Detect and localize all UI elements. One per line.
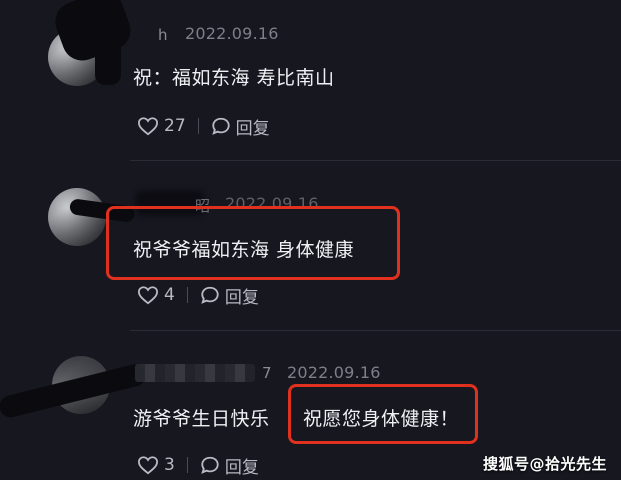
speech-bubble-icon [211, 117, 230, 135]
heart-outline-icon [137, 286, 159, 305]
comment-text-highlight: 祝愿您身体健康！ [303, 408, 460, 430]
comment-date: 2022.09.16 [185, 24, 279, 43]
comment-1: h 2022.09.16 祝：福如东海 寿比南山 27 回复 [0, 0, 621, 160]
like-count: 3 [164, 455, 175, 475]
like-count: 27 [164, 116, 186, 136]
divider [186, 457, 188, 473]
redaction-scribble [95, 30, 121, 85]
heart-outline-icon [137, 117, 159, 136]
comment-actions: 3 回复 [137, 453, 259, 478]
like-button[interactable]: 27 [137, 116, 186, 136]
comment-text-prefix: 游爷爷生日快乐 [133, 408, 270, 430]
comment-divider [130, 330, 621, 331]
username-fragment[interactable]: 7 [262, 364, 272, 382]
comment-divider [130, 160, 621, 161]
comment-text: 祝爷爷福如东海 身体健康 [133, 239, 355, 261]
username-fragment[interactable]: h [158, 26, 168, 44]
reply-button[interactable]: 回复 [211, 114, 270, 139]
username-redaction [135, 364, 255, 382]
comment-text: 祝：福如东海 寿比南山 [133, 67, 335, 89]
like-count: 4 [164, 285, 175, 305]
comment-date: 2022.09.16 [287, 363, 381, 382]
divider [197, 118, 199, 134]
like-button[interactable]: 4 [137, 285, 175, 305]
like-button[interactable]: 3 [137, 455, 175, 475]
reply-button[interactable]: 回复 [200, 283, 259, 308]
speech-bubble-icon [201, 286, 219, 304]
watermark: 搜狐号@拾光先生 [482, 455, 607, 473]
reply-label: 回复 [235, 118, 270, 139]
reply-label: 回复 [224, 457, 259, 478]
reply-label: 回复 [224, 287, 259, 308]
comment-actions: 4 回复 [137, 283, 259, 308]
speech-bubble-icon [201, 456, 219, 474]
reply-button[interactable]: 回复 [200, 453, 259, 478]
comment-2: 昭 2022.09.16 祝爷爷福如东海 身体健康 4 回复 [0, 180, 621, 330]
comment-actions: 27 回复 [137, 114, 270, 139]
heart-outline-icon [137, 456, 159, 475]
divider [186, 287, 188, 303]
